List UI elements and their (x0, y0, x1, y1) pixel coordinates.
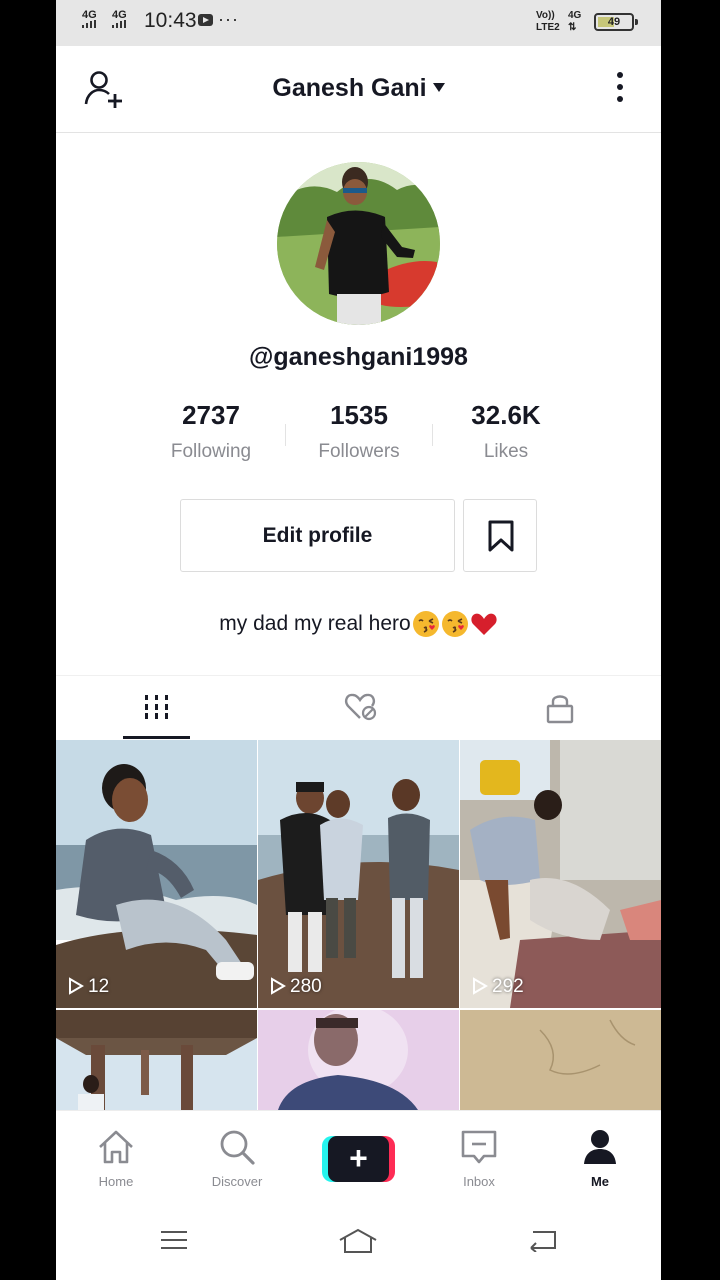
video-grid: 12 280 292 (56, 740, 661, 1110)
signal-indicator-1: 4G (82, 10, 98, 30)
tab-liked[interactable] (258, 676, 460, 741)
dot (617, 72, 623, 78)
video-thumbnail[interactable] (258, 1010, 459, 1110)
youtube-notification-icon (198, 14, 213, 26)
battery-percent: 49 (607, 16, 621, 28)
avatar[interactable] (277, 162, 440, 325)
nav-label: Inbox (463, 1174, 495, 1189)
bookmark-icon (488, 520, 514, 552)
bio: my dad my real hero (56, 610, 661, 638)
create-video-button[interactable]: + (322, 1136, 395, 1182)
video-thumbnail[interactable]: 280 (258, 740, 459, 1008)
video-thumbnail-image (56, 1010, 257, 1110)
caret-down-icon (432, 83, 445, 92)
back-icon[interactable] (527, 1228, 559, 1252)
video-thumbnail-image (258, 1010, 459, 1110)
data-activity-icon: ⇅ (568, 22, 577, 33)
red-heart-emoji (471, 613, 497, 635)
dot (617, 84, 623, 90)
view-count: 292 (472, 976, 524, 998)
volte-label: Vo)) (536, 10, 555, 21)
video-thumbnail[interactable]: 292 (460, 740, 661, 1008)
nav-label: Discover (211, 1174, 263, 1189)
stat-label: Following (170, 441, 252, 462)
dot (617, 96, 623, 102)
profile-tabs (56, 675, 661, 740)
plus-icon: + (328, 1136, 389, 1182)
battery-icon: 49 (594, 13, 638, 31)
volte-indicator: Vo)) LTE2 (536, 10, 560, 34)
stat-followers[interactable]: 1535 Followers (284, 400, 434, 463)
stat-following[interactable]: 2737 Following (136, 400, 286, 463)
nav-discover[interactable]: Discover (177, 1111, 297, 1203)
view-count-value: 12 (88, 976, 110, 997)
stat-value: 2737 (182, 400, 240, 430)
profile-icon (584, 1130, 616, 1164)
clock: 10:43 (144, 9, 197, 32)
profile-header: Ganesh Gani (56, 46, 661, 133)
username: @ganeshgani1998 (249, 343, 468, 371)
kissing-face-emoji (441, 611, 468, 637)
lock-icon (546, 695, 574, 724)
nav-inbox[interactable]: Inbox (419, 1111, 539, 1203)
edit-profile-button[interactable]: Edit profile (180, 499, 455, 572)
nav-label: Home (98, 1174, 134, 1189)
profile-screen: 4G 4G 10:43 ··· Vo)) LTE2 4G ⇅ 49 Ganesh… (56, 0, 661, 1280)
profile-stats: 2737 Following 1535 Followers 32.6K Like… (56, 400, 661, 470)
video-thumbnail[interactable]: 12 (56, 740, 257, 1008)
view-count-value: 280 (290, 976, 322, 997)
view-count: 280 (270, 976, 322, 998)
account-switcher[interactable]: Ganesh Gani (56, 74, 661, 103)
view-count-value: 292 (492, 976, 524, 997)
view-count: 12 (68, 976, 109, 998)
stat-label: Likes (483, 441, 529, 462)
inbox-icon (461, 1130, 497, 1164)
lte-label: LTE2 (536, 22, 560, 33)
kissing-face-emoji (412, 611, 439, 637)
stat-label: Followers (318, 441, 400, 462)
active-tab-indicator (123, 736, 190, 739)
video-thumbnail[interactable] (460, 1010, 661, 1110)
home-button-icon[interactable] (338, 1228, 378, 1254)
system-navigation-bar (56, 1202, 661, 1280)
play-icon (69, 977, 84, 995)
nav-label: Me (590, 1174, 610, 1189)
menu-icon[interactable] (159, 1228, 189, 1252)
play-icon (473, 977, 488, 995)
nav-home[interactable]: Home (56, 1111, 176, 1203)
network-indicator: 4G ⇅ (568, 10, 581, 34)
hidden-heart-icon (345, 693, 377, 721)
more-options-button[interactable] (612, 72, 628, 108)
search-icon (220, 1130, 255, 1165)
favorites-button[interactable] (463, 499, 537, 572)
video-thumbnail-image (258, 740, 459, 1008)
video-thumbnail-image (460, 1010, 661, 1110)
status-bar: 4G 4G 10:43 ··· Vo)) LTE2 4G ⇅ 49 (56, 0, 661, 46)
grid-icon (145, 695, 168, 719)
avatar-image (277, 162, 440, 325)
signal-indicator-2: 4G (112, 10, 128, 30)
signal-bars-icon (82, 20, 96, 28)
signal-bars-icon (112, 20, 126, 28)
video-thumbnail[interactable] (56, 1010, 257, 1110)
display-name: Ganesh Gani (272, 74, 427, 102)
stat-value: 1535 (330, 400, 388, 430)
video-thumbnail-image (460, 740, 661, 1008)
nav-me[interactable]: Me (540, 1111, 660, 1203)
network-type-label: 4G (568, 10, 582, 21)
bio-text: my dad my real hero (219, 612, 411, 635)
bottom-navigation: Home Discover + Inbox Me (56, 1110, 661, 1202)
play-icon (271, 977, 286, 995)
video-thumbnail-image (56, 740, 257, 1008)
home-icon (99, 1130, 133, 1164)
more-notifications-indicator: ··· (218, 9, 239, 29)
stat-likes[interactable]: 32.6K Likes (431, 400, 581, 463)
tab-videos[interactable] (56, 676, 258, 741)
stat-value: 32.6K (471, 400, 541, 430)
tab-private[interactable] (459, 676, 661, 741)
